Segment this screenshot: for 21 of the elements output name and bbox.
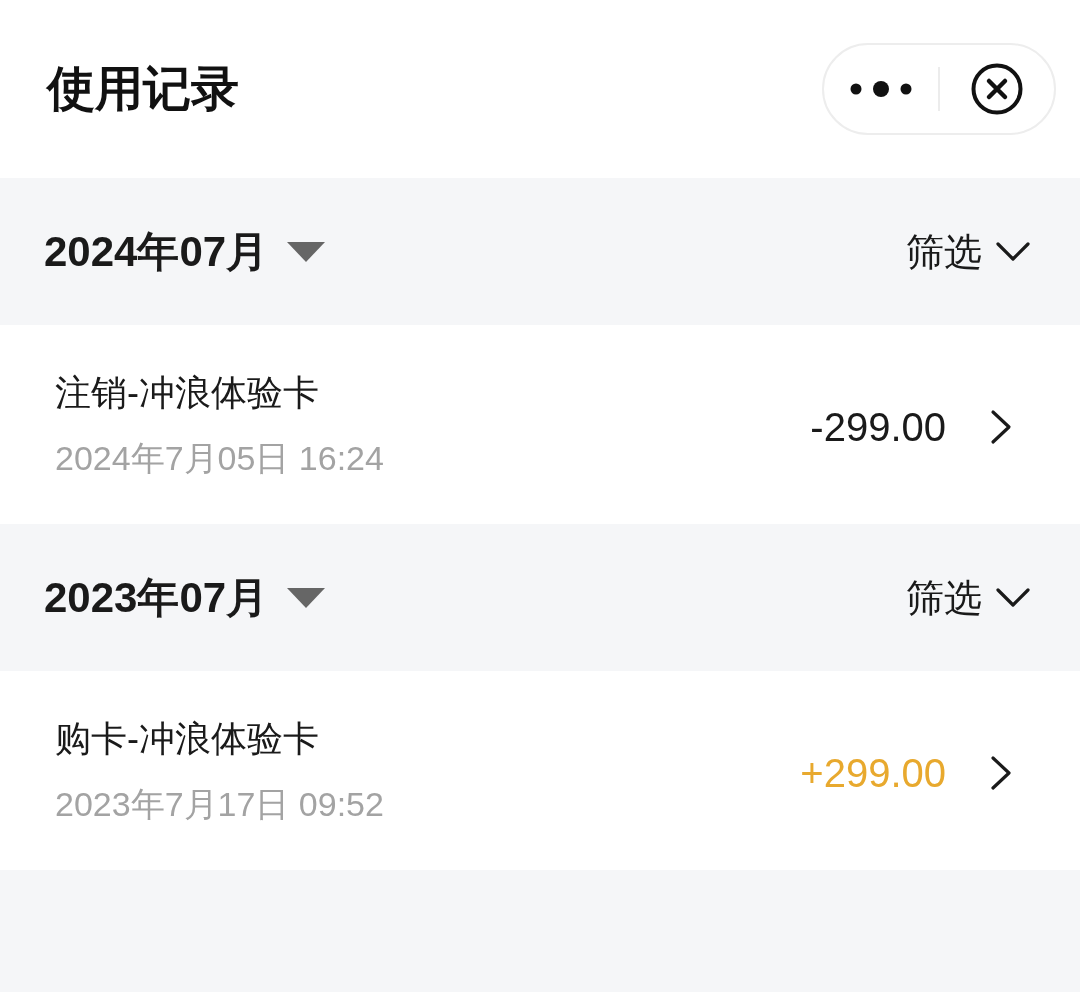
month-picker[interactable]: 2024年07月 (44, 225, 327, 278)
record-row[interactable]: 注销-冲浪体验卡 2024年7月05日 16:24 -299.00 (0, 325, 1080, 524)
record-title: 购卡-冲浪体验卡 (55, 716, 319, 761)
record-time: 2023年7月17日 09:52 (55, 783, 384, 825)
chevron-down-icon (996, 241, 1030, 262)
record-time: 2024年7月05日 16:24 (55, 437, 384, 479)
amount-text: +299.00 (800, 749, 946, 797)
filter-button[interactable]: 筛选 (906, 227, 1030, 276)
chevron-right-icon (990, 408, 1012, 445)
chevron-right-icon (990, 754, 1012, 791)
close-icon (971, 63, 1023, 115)
filter-button[interactable]: 筛选 (906, 573, 1030, 622)
page-title: 使用记录 (47, 61, 239, 117)
record-row[interactable]: 购卡-冲浪体验卡 2023年7月17日 09:52 +299.00 (0, 671, 1080, 870)
more-dots-icon (850, 81, 912, 97)
chevron-down-icon (996, 587, 1030, 608)
record-title: 注销-冲浪体验卡 (55, 370, 319, 415)
month-picker[interactable]: 2023年07月 (44, 571, 327, 624)
amount-text: -299.00 (810, 403, 946, 451)
caret-down-icon (286, 586, 327, 609)
caret-down-icon (286, 240, 327, 263)
